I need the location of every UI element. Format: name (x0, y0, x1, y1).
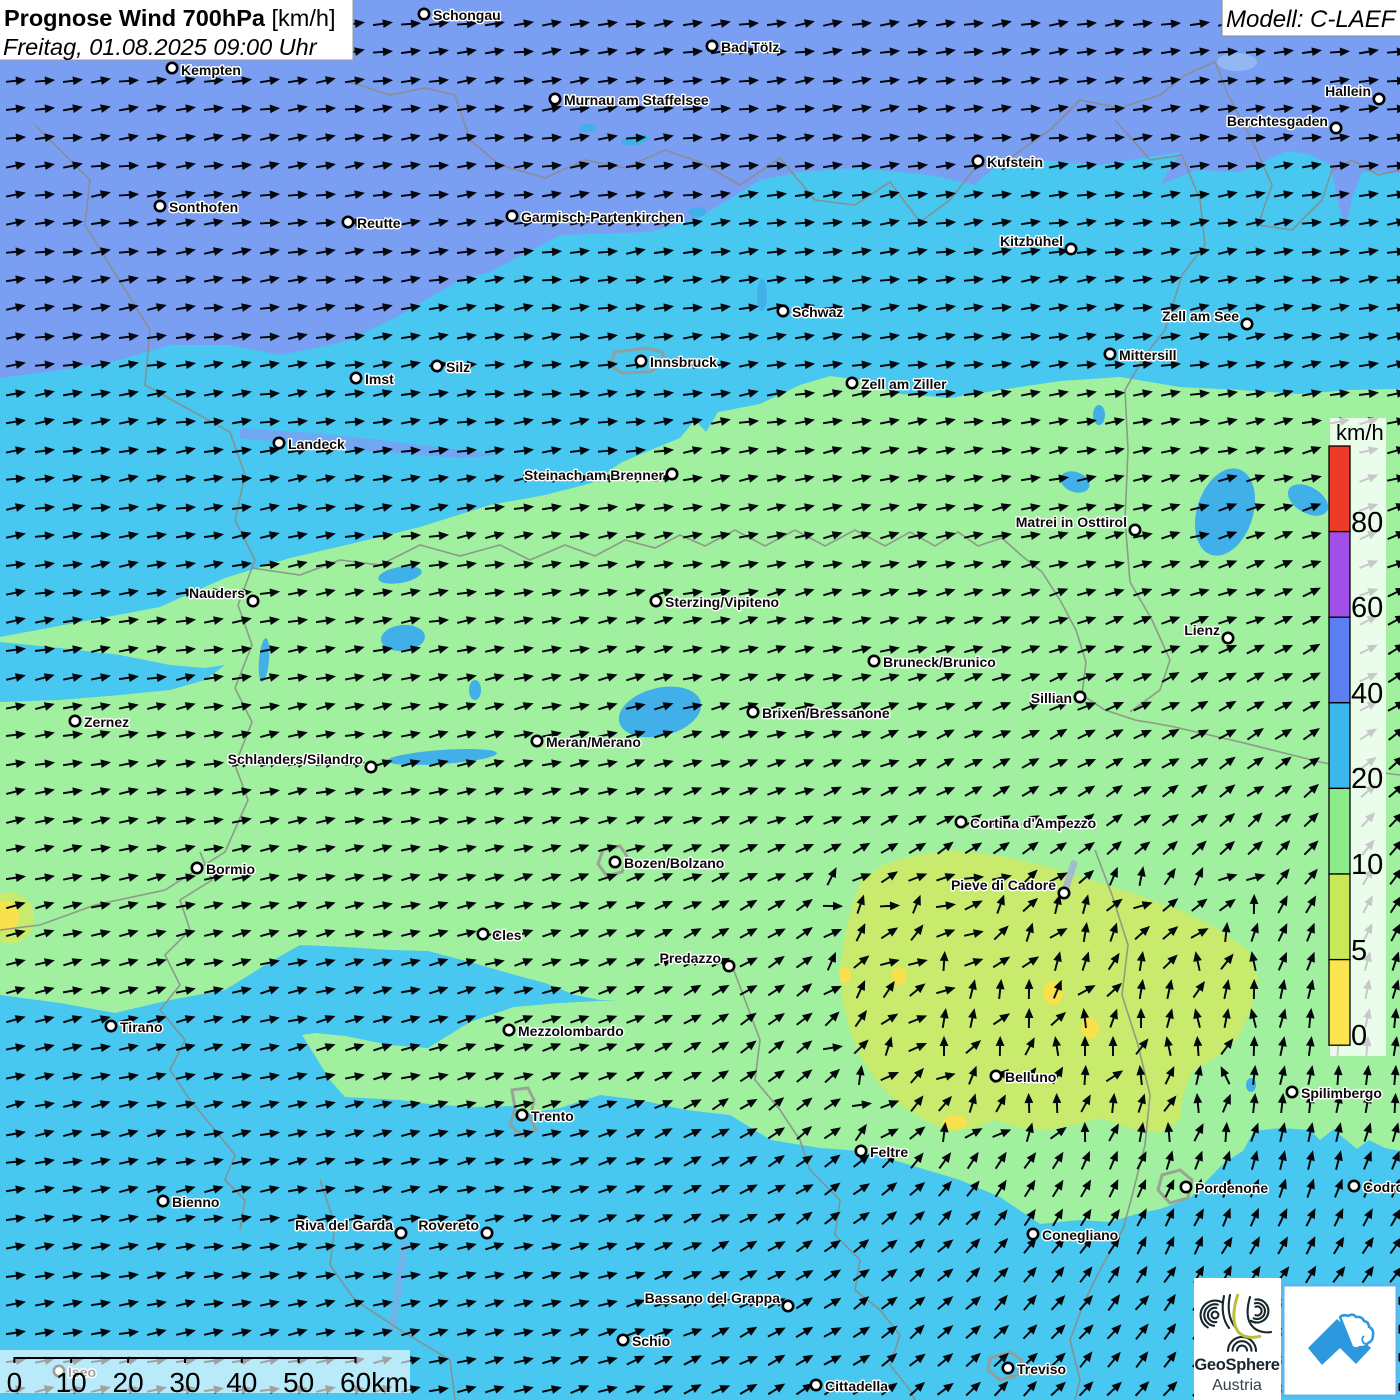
svg-text:Kempten: Kempten (181, 62, 241, 78)
svg-text:Zell am See: Zell am See (1162, 308, 1239, 324)
svg-text:Innsbruck: Innsbruck (650, 354, 717, 370)
svg-text:Spilimbergo: Spilimbergo (1301, 1085, 1382, 1101)
svg-text:Codroipo: Codroipo (1363, 1179, 1400, 1195)
svg-text:Bozen/Bolzano: Bozen/Bolzano (624, 855, 724, 871)
svg-text:0: 0 (1351, 1020, 1367, 1052)
svg-text:Kitzbühel: Kitzbühel (1000, 233, 1063, 249)
svg-text:Treviso: Treviso (1017, 1361, 1066, 1377)
svg-text:10: 10 (56, 1367, 87, 1398)
svg-text:Kufstein: Kufstein (987, 154, 1043, 170)
svg-text:Nauders: Nauders (189, 585, 245, 601)
svg-text:Cles: Cles (492, 927, 522, 943)
svg-text:Bormio: Bormio (206, 861, 255, 877)
svg-text:Bruneck/Brunico: Bruneck/Brunico (883, 654, 996, 670)
svg-text:Pieve di Cadore: Pieve di Cadore (951, 877, 1056, 893)
svg-text:Pordenone: Pordenone (1195, 1180, 1268, 1196)
svg-text:Predazzo: Predazzo (660, 950, 721, 966)
svg-text:Belluno: Belluno (1005, 1069, 1056, 1085)
svg-text:0: 0 (7, 1367, 23, 1398)
svg-text:Schwaz: Schwaz (792, 304, 843, 320)
svg-text:40: 40 (1351, 678, 1383, 710)
svg-text:Conegliano: Conegliano (1042, 1227, 1118, 1243)
svg-text:Sonthofen: Sonthofen (169, 199, 238, 215)
svg-text:Schongau: Schongau (433, 7, 501, 23)
svg-text:5: 5 (1351, 935, 1367, 967)
svg-text:Imst: Imst (365, 371, 394, 387)
svg-text:60: 60 (1351, 592, 1383, 624)
svg-text:30: 30 (169, 1367, 200, 1398)
svg-text:GeoSphere: GeoSphere (1194, 1356, 1279, 1374)
svg-text:Austria: Austria (1212, 1377, 1262, 1394)
svg-text:Sterzing/Vipiteno: Sterzing/Vipiteno (665, 594, 779, 610)
svg-text:Garmisch-Partenkirchen: Garmisch-Partenkirchen (521, 209, 684, 225)
svg-text:Zell am Ziller: Zell am Ziller (861, 376, 947, 392)
svg-text:Berchtesgaden: Berchtesgaden (1227, 113, 1328, 129)
svg-text:Murnau am Staffelsee: Murnau am Staffelsee (564, 92, 709, 108)
svg-text:Rovereto: Rovereto (418, 1217, 479, 1233)
svg-text:Schlanders/Silandro: Schlanders/Silandro (228, 751, 363, 767)
svg-text:50: 50 (283, 1367, 314, 1398)
svg-text:10: 10 (1351, 849, 1383, 881)
svg-text:Reutte: Reutte (357, 215, 401, 231)
svg-text:Mezzolombardo: Mezzolombardo (518, 1023, 624, 1039)
svg-text:Riva del Garda: Riva del Garda (295, 1217, 393, 1233)
svg-text:40: 40 (226, 1367, 257, 1398)
svg-text:Feltre: Feltre (870, 1144, 908, 1160)
svg-text:Tirano: Tirano (120, 1019, 163, 1035)
svg-text:Lienz: Lienz (1184, 622, 1220, 638)
svg-text:Brixen/Bressanone: Brixen/Bressanone (762, 705, 890, 721)
svg-text:Hallein: Hallein (1325, 83, 1371, 99)
svg-text:Sillian: Sillian (1031, 690, 1072, 706)
svg-text:Zernez: Zernez (84, 714, 129, 730)
svg-text:Mittersill: Mittersill (1119, 347, 1177, 363)
svg-text:Meran/Merano: Meran/Merano (546, 734, 641, 750)
svg-text:Steinach am Brenner: Steinach am Brenner (524, 467, 665, 483)
svg-text:Trento: Trento (531, 1108, 574, 1124)
svg-text:Bad Tölz: Bad Tölz (721, 39, 779, 55)
svg-text:60km: 60km (340, 1367, 408, 1398)
svg-text:80: 80 (1351, 507, 1383, 539)
svg-text:Cittadella: Cittadella (825, 1378, 888, 1394)
svg-text:Modell: C-LAEF: Modell: C-LAEF (1226, 6, 1397, 33)
svg-text:Matrei in Osttirol: Matrei in Osttirol (1016, 514, 1127, 530)
svg-text:km/h: km/h (1336, 420, 1384, 445)
svg-text:Silz: Silz (446, 359, 470, 375)
svg-text:Cortina d'Ampezzo: Cortina d'Ampezzo (970, 815, 1096, 831)
svg-text:Freitag, 01.08.2025 09:00 Uhr: Freitag, 01.08.2025 09:00 Uhr (3, 34, 318, 60)
svg-text:Landeck: Landeck (288, 436, 345, 452)
svg-text:Prognose Wind 700hPa [km/h]: Prognose Wind 700hPa [km/h] (4, 5, 335, 31)
svg-text:20: 20 (113, 1367, 144, 1398)
svg-text:Bienno: Bienno (172, 1194, 219, 1210)
svg-text:20: 20 (1351, 763, 1383, 795)
svg-text:Bassano del Grappa: Bassano del Grappa (645, 1290, 781, 1306)
svg-text:Schio: Schio (632, 1333, 670, 1349)
